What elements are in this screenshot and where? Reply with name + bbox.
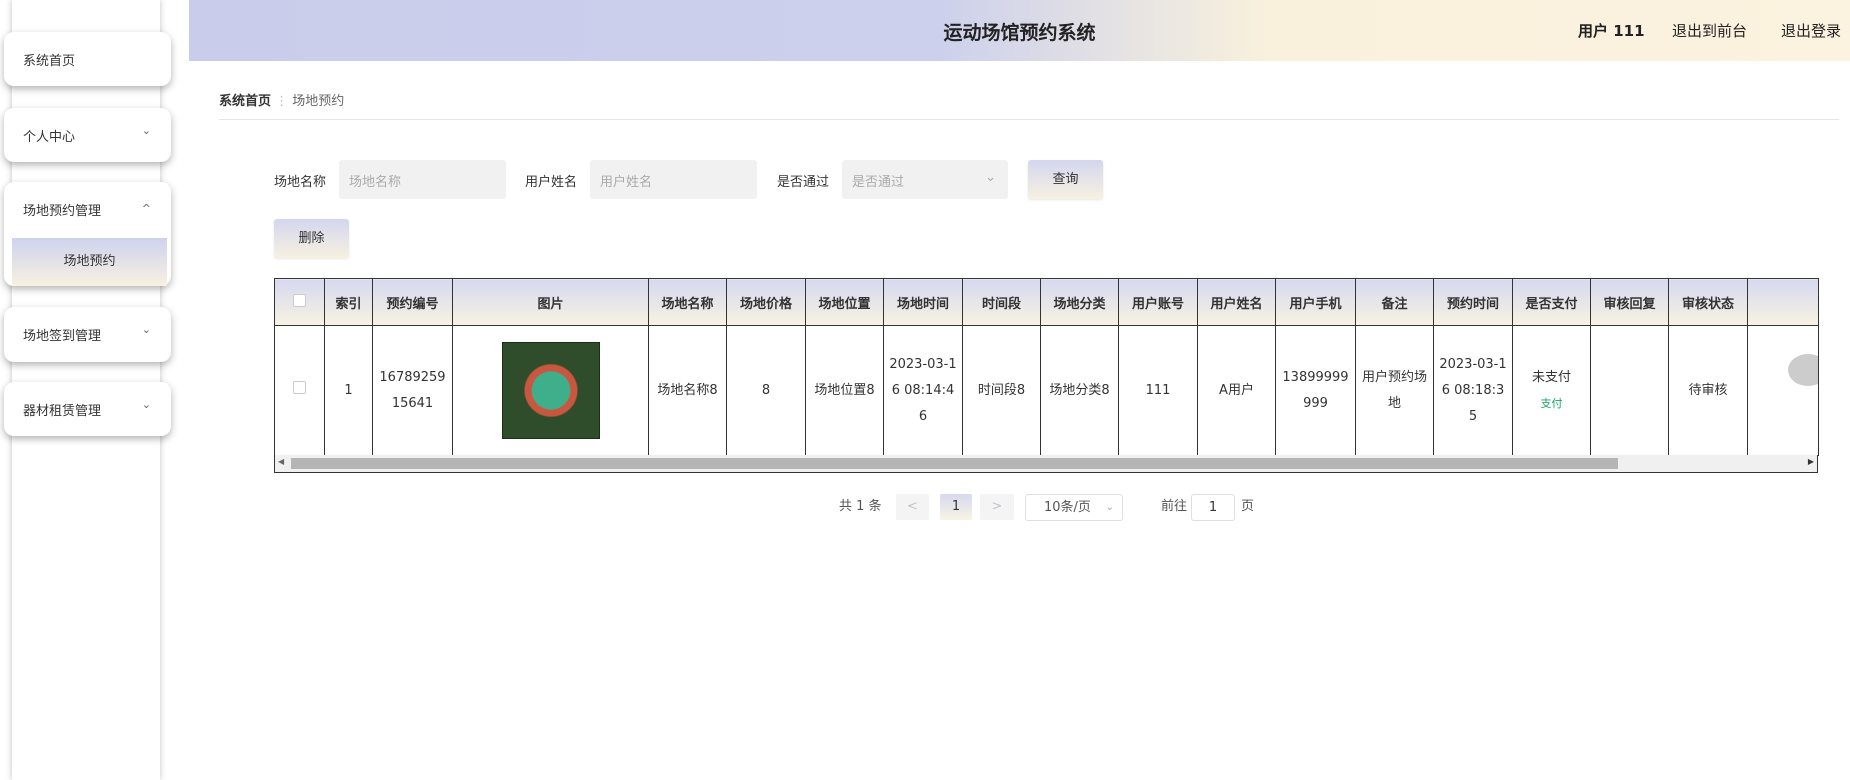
- goto-page-input[interactable]: 1: [1191, 494, 1235, 521]
- row-checkbox[interactable]: [274, 325, 325, 456]
- cell-slot: 时间段8: [962, 325, 1041, 456]
- paid-status: 未支付: [1531, 369, 1571, 385]
- table-header-row: 索引 预约编号 图片 场地名称 场地价格 场地位置 场地时间 时间段 场地分类 …: [274, 278, 1819, 326]
- cell-actions: [1747, 325, 1819, 456]
- col-header: 图片: [452, 278, 649, 326]
- cell-paid: 未支付 支付: [1512, 325, 1591, 456]
- page-size-value: 10条/页: [1044, 500, 1091, 515]
- user-name-input[interactable]: 用户姓名: [590, 160, 757, 199]
- sidebar-item-label: 器材租赁管理: [23, 404, 102, 419]
- sidebar-item-checkin-mgmt[interactable]: 场地签到管理 ⌄: [4, 307, 171, 362]
- cell-image: [452, 325, 649, 456]
- sidebar-item-label: 场地预约管理: [23, 204, 102, 219]
- venue-name-input[interactable]: 场地名称: [339, 160, 506, 199]
- chevron-down-icon: ⌄: [985, 170, 996, 185]
- sidebar-item-home[interactable]: 系统首页: [4, 32, 171, 86]
- col-header: 场地分类: [1040, 278, 1119, 326]
- col-header: 预约编号: [372, 278, 453, 326]
- col-header: 备注: [1355, 278, 1434, 326]
- table-row: 1 1678925915641 场地名称8 8 场地位置8 2023-03-16…: [274, 325, 1819, 456]
- breadcrumb-separator: ⋮: [275, 94, 289, 109]
- chevron-down-icon: ⌄: [141, 398, 151, 411]
- cell-username: A用户: [1197, 325, 1276, 456]
- action-button-partial[interactable]: [1788, 354, 1818, 386]
- page-size-select[interactable]: 10条/页 ⌄: [1025, 494, 1123, 521]
- sidebar-item-booking-mgmt[interactable]: 场地预约管理 ^ 场地预约: [4, 182, 171, 286]
- cell-index: 1: [324, 325, 373, 456]
- chevron-down-icon: ⌄: [1105, 502, 1114, 513]
- cell-reply: [1590, 325, 1669, 456]
- goto-label: 前往: [1161, 499, 1188, 514]
- horizontal-scrollbar[interactable]: ◀ ▶: [274, 455, 1818, 473]
- venue-name-label: 场地名称: [274, 175, 327, 190]
- sidebar-item-label: 系统首页: [23, 54, 76, 69]
- breadcrumb-current: 场地预约: [292, 94, 345, 109]
- back-to-front-link[interactable]: 退出到前台: [1672, 20, 1747, 41]
- sidebar-item-equipment-mgmt[interactable]: 器材租赁管理 ⌄: [4, 382, 171, 436]
- sidebar-item-personal[interactable]: 个人中心 ⌄: [4, 108, 171, 162]
- top-header: 运动场馆预约系统 用户 111 退出到前台 退出登录: [189, 0, 1850, 61]
- delete-button[interactable]: 删除: [274, 219, 349, 258]
- cell-account: 111: [1118, 325, 1198, 456]
- scrollbar-thumb[interactable]: [291, 458, 1618, 469]
- scroll-right-icon[interactable]: ▶: [1808, 457, 1814, 466]
- cell-remark: 用户预约场地: [1355, 325, 1434, 456]
- cell-venue-name: 场地名称8: [648, 325, 727, 456]
- cell-category: 场地分类8: [1040, 325, 1119, 456]
- sidebar-item-label: 场地签到管理: [23, 329, 102, 344]
- user-name-label: 用户姓名: [525, 175, 578, 190]
- cell-location: 场地位置8: [805, 325, 884, 456]
- cell-status: 待审核: [1668, 325, 1748, 456]
- col-header: 审核状态: [1668, 278, 1748, 326]
- chevron-down-icon: ⌄: [141, 124, 151, 137]
- cell-phone: 13899999999: [1275, 325, 1356, 456]
- approved-select-value: 是否通过: [852, 175, 905, 190]
- approved-select[interactable]: 是否通过 ⌄: [842, 160, 1008, 199]
- cell-book-time: 2023-03-16 08:18:35: [1433, 325, 1513, 456]
- col-header: 是否支付: [1512, 278, 1591, 326]
- cell-price: 8: [726, 325, 806, 456]
- col-header: 用户姓名: [1197, 278, 1276, 326]
- chevron-down-icon: ⌄: [141, 323, 151, 336]
- next-page-button[interactable]: >: [980, 494, 1014, 520]
- sidebar-item-label: 个人中心: [23, 130, 76, 145]
- col-header: 审核回复: [1590, 278, 1669, 326]
- query-button[interactable]: 查询: [1028, 160, 1103, 199]
- venue-thumbnail[interactable]: [501, 342, 600, 439]
- col-header: 用户手机: [1275, 278, 1356, 326]
- chevron-up-icon: ^: [141, 202, 151, 215]
- col-header: 场地时间: [883, 278, 963, 326]
- col-header: 场地名称: [648, 278, 727, 326]
- col-header: 时间段: [962, 278, 1041, 326]
- col-header: 索引: [324, 278, 373, 326]
- page-1-button[interactable]: 1: [940, 494, 972, 520]
- pay-link[interactable]: 支付: [1517, 391, 1586, 417]
- divider: [219, 119, 1839, 120]
- cell-venue-time: 2023-03-16 08:14:46: [883, 325, 963, 456]
- breadcrumb-home[interactable]: 系统首页: [219, 94, 271, 109]
- breadcrumb: 系统首页 ⋮ 场地预约: [219, 90, 344, 109]
- total-count: 共 1 条: [839, 499, 882, 514]
- user-label: 用户 111: [1578, 22, 1645, 40]
- col-header: 预约时间: [1433, 278, 1513, 326]
- scroll-left-icon[interactable]: ◀: [278, 457, 284, 466]
- select-all-checkbox[interactable]: [274, 278, 325, 326]
- page-suffix: 页: [1241, 499, 1255, 514]
- booking-table: 索引 预约编号 图片 场地名称 场地价格 场地位置 场地时间 时间段 场地分类 …: [274, 278, 1819, 456]
- logout-link[interactable]: 退出登录: [1781, 20, 1841, 41]
- col-header: 场地位置: [805, 278, 884, 326]
- sidebar-subitem-booking[interactable]: 场地预约: [12, 238, 167, 286]
- col-header: 用户账号: [1118, 278, 1198, 326]
- col-header-actions: [1747, 278, 1819, 326]
- col-header: 场地价格: [726, 278, 806, 326]
- approved-label: 是否通过: [777, 175, 830, 190]
- prev-page-button[interactable]: <: [896, 494, 929, 520]
- cell-booking-no: 1678925915641: [372, 325, 453, 456]
